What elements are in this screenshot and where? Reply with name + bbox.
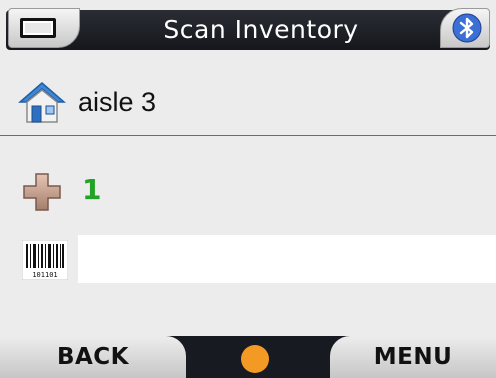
plus-icon — [23, 173, 61, 211]
menu-button[interactable]: MENU — [330, 336, 496, 378]
battery-icon — [20, 18, 56, 38]
location-label: aisle 3 — [78, 87, 157, 117]
center-select-button[interactable] — [241, 345, 269, 373]
bluetooth-icon — [452, 13, 482, 43]
screen-title: Scan Inventory — [163, 15, 359, 44]
barcode-icon: 101101 — [22, 240, 68, 280]
title-bar: Scan Inventory — [0, 0, 496, 56]
quantity-value[interactable]: 1 — [82, 170, 101, 210]
back-button[interactable]: BACK — [0, 336, 186, 378]
barcode-input[interactable] — [78, 235, 496, 283]
location-row: aisle 3 — [0, 76, 496, 132]
barcode-icon-caption: 101101 — [32, 271, 57, 279]
divider — [0, 135, 496, 136]
house-icon — [18, 82, 66, 123]
